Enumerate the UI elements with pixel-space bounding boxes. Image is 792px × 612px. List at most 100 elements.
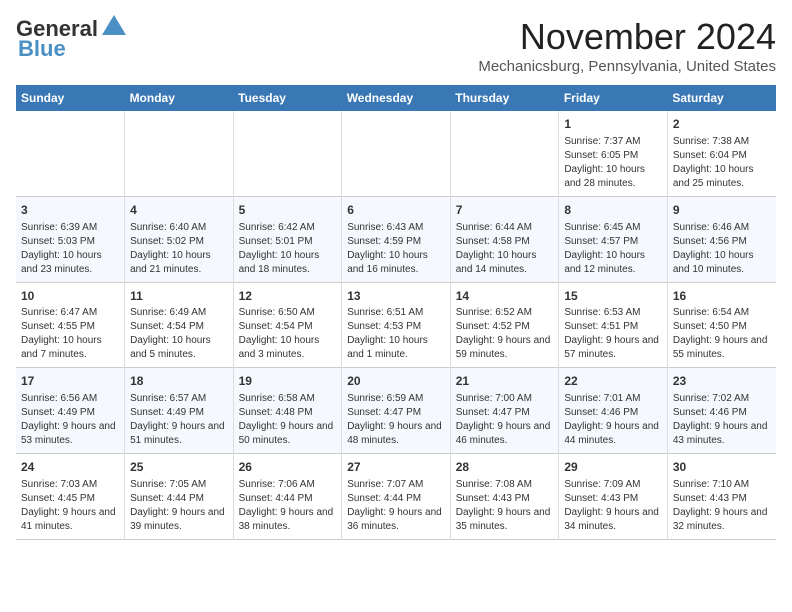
calendar-cell: 24 Sunrise: 7:03 AM Sunset: 4:45 PM Dayli…	[16, 454, 125, 540]
day-number: 9	[673, 202, 771, 219]
day-number: 23	[673, 373, 771, 390]
column-header-saturday: Saturday	[667, 85, 776, 111]
day-info: Sunrise: 6:49 AM Sunset: 4:54 PM Dayligh…	[130, 306, 228, 362]
calendar-cell: 29 Sunrise: 7:09 AM Sunset: 4:43 PM Dayli…	[559, 454, 668, 540]
day-number: 12	[239, 288, 337, 305]
day-number: 22	[564, 373, 662, 390]
calendar-cell: 17 Sunrise: 6:56 AM Sunset: 4:49 PM Dayli…	[16, 368, 125, 454]
day-number: 7	[456, 202, 554, 219]
calendar-table: SundayMondayTuesdayWednesdayThursdayFrid…	[16, 85, 776, 540]
calendar-cell: 26Sunrise: 7:06 AM Sunset: 4:44 PM Dayli…	[233, 454, 342, 540]
location: Mechanicsburg, Pennsylvania, United Stat…	[478, 58, 776, 75]
column-header-tuesday: Tuesday	[233, 85, 342, 111]
calendar-cell: 21 Sunrise: 7:00 AM Sunset: 4:47 PM Dayli…	[450, 368, 559, 454]
day-number: 15	[564, 288, 662, 305]
day-number: 2	[673, 116, 771, 133]
day-info: Sunrise: 7:03 AM Sunset: 4:45 PM Dayligh…	[21, 478, 119, 534]
calendar-cell	[342, 111, 451, 196]
day-number: 29	[564, 459, 662, 476]
calendar-cell: 5 Sunrise: 6:42 AM Sunset: 5:01 PM Daylig…	[233, 196, 342, 282]
day-info: Sunrise: 6:57 AM Sunset: 4:49 PM Dayligh…	[130, 392, 228, 448]
calendar-cell	[16, 111, 125, 196]
calendar-cell: 4 Sunrise: 6:40 AM Sunset: 5:02 PM Daylig…	[125, 196, 234, 282]
day-info: Sunrise: 6:53 AM Sunset: 4:51 PM Dayligh…	[564, 306, 662, 362]
calendar-week-5: 24 Sunrise: 7:03 AM Sunset: 4:45 PM Dayli…	[16, 454, 776, 540]
day-info: Sunrise: 6:56 AM Sunset: 4:49 PM Dayligh…	[21, 392, 119, 448]
calendar-cell	[125, 111, 234, 196]
day-number: 25	[130, 459, 228, 476]
calendar-cell: 14Sunrise: 6:52 AM Sunset: 4:52 PM Dayli…	[450, 282, 559, 368]
column-header-friday: Friday	[559, 85, 668, 111]
calendar-cell: 16Sunrise: 6:54 AM Sunset: 4:50 PM Dayli…	[667, 282, 776, 368]
day-info: Sunrise: 6:39 AM Sunset: 5:03 PM Dayligh…	[21, 221, 119, 277]
day-info: Sunrise: 7:00 AM Sunset: 4:47 PM Dayligh…	[456, 392, 554, 448]
calendar-cell: 18 Sunrise: 6:57 AM Sunset: 4:49 PM Dayli…	[125, 368, 234, 454]
calendar-cell: 19Sunrise: 6:58 AM Sunset: 4:48 PM Dayli…	[233, 368, 342, 454]
calendar-cell: 3 Sunrise: 6:39 AM Sunset: 5:03 PM Daylig…	[16, 196, 125, 282]
calendar-week-3: 10Sunrise: 6:47 AM Sunset: 4:55 PM Dayli…	[16, 282, 776, 368]
day-number: 18	[130, 373, 228, 390]
calendar-cell: 6Sunrise: 6:43 AM Sunset: 4:59 PM Daylig…	[342, 196, 451, 282]
column-header-monday: Monday	[125, 85, 234, 111]
day-info: Sunrise: 6:44 AM Sunset: 4:58 PM Dayligh…	[456, 221, 554, 277]
calendar-cell	[233, 111, 342, 196]
day-info: Sunrise: 7:09 AM Sunset: 4:43 PM Dayligh…	[564, 478, 662, 534]
day-number: 3	[21, 202, 119, 219]
logo: General Blue	[16, 16, 128, 62]
day-info: Sunrise: 7:01 AM Sunset: 4:46 PM Dayligh…	[564, 392, 662, 448]
calendar-week-4: 17 Sunrise: 6:56 AM Sunset: 4:49 PM Dayli…	[16, 368, 776, 454]
day-number: 20	[347, 373, 445, 390]
day-info: Sunrise: 7:05 AM Sunset: 4:44 PM Dayligh…	[130, 478, 228, 534]
calendar-cell	[450, 111, 559, 196]
calendar-week-2: 3 Sunrise: 6:39 AM Sunset: 5:03 PM Daylig…	[16, 196, 776, 282]
logo-blue: Blue	[18, 36, 66, 62]
logo-icon	[100, 13, 128, 41]
calendar-cell: 1 Sunrise: 7:37 AM Sunset: 6:05 PM Daylig…	[559, 111, 668, 196]
calendar-cell: 30 Sunrise: 7:10 AM Sunset: 4:43 PM Dayli…	[667, 454, 776, 540]
calendar-cell: 20 Sunrise: 6:59 AM Sunset: 4:47 PM Dayli…	[342, 368, 451, 454]
calendar-week-1: 1 Sunrise: 7:37 AM Sunset: 6:05 PM Daylig…	[16, 111, 776, 196]
calendar-cell: 11Sunrise: 6:49 AM Sunset: 4:54 PM Dayli…	[125, 282, 234, 368]
day-number: 14	[456, 288, 554, 305]
calendar-cell: 25 Sunrise: 7:05 AM Sunset: 4:44 PM Dayli…	[125, 454, 234, 540]
day-number: 19	[239, 373, 337, 390]
calendar-cell: 27Sunrise: 7:07 AM Sunset: 4:44 PM Dayli…	[342, 454, 451, 540]
day-number: 6	[347, 202, 445, 219]
day-number: 21	[456, 373, 554, 390]
day-info: Sunrise: 7:02 AM Sunset: 4:46 PM Dayligh…	[673, 392, 771, 448]
day-info: Sunrise: 7:10 AM Sunset: 4:43 PM Dayligh…	[673, 478, 771, 534]
day-number: 27	[347, 459, 445, 476]
title-area: November 2024 Mechanicsburg, Pennsylvani…	[478, 16, 776, 75]
day-info: Sunrise: 7:37 AM Sunset: 6:05 PM Dayligh…	[564, 135, 662, 191]
column-header-thursday: Thursday	[450, 85, 559, 111]
column-header-sunday: Sunday	[16, 85, 125, 111]
calendar-cell: 7 Sunrise: 6:44 AM Sunset: 4:58 PM Daylig…	[450, 196, 559, 282]
calendar-cell: 2 Sunrise: 7:38 AM Sunset: 6:04 PM Daylig…	[667, 111, 776, 196]
day-number: 17	[21, 373, 119, 390]
day-number: 16	[673, 288, 771, 305]
column-header-wednesday: Wednesday	[342, 85, 451, 111]
day-number: 8	[564, 202, 662, 219]
calendar-cell: 8 Sunrise: 6:45 AM Sunset: 4:57 PM Daylig…	[559, 196, 668, 282]
day-number: 13	[347, 288, 445, 305]
day-number: 26	[239, 459, 337, 476]
day-info: Sunrise: 6:47 AM Sunset: 4:55 PM Dayligh…	[21, 306, 119, 362]
day-number: 30	[673, 459, 771, 476]
day-info: Sunrise: 6:40 AM Sunset: 5:02 PM Dayligh…	[130, 221, 228, 277]
day-number: 24	[21, 459, 119, 476]
day-info: Sunrise: 6:42 AM Sunset: 5:01 PM Dayligh…	[239, 221, 337, 277]
day-number: 28	[456, 459, 554, 476]
day-number: 5	[239, 202, 337, 219]
day-info: Sunrise: 6:45 AM Sunset: 4:57 PM Dayligh…	[564, 221, 662, 277]
day-info: Sunrise: 6:46 AM Sunset: 4:56 PM Dayligh…	[673, 221, 771, 277]
day-info: Sunrise: 7:38 AM Sunset: 6:04 PM Dayligh…	[673, 135, 771, 191]
day-info: Sunrise: 6:59 AM Sunset: 4:47 PM Dayligh…	[347, 392, 445, 448]
day-number: 1	[564, 116, 662, 133]
day-info: Sunrise: 6:54 AM Sunset: 4:50 PM Dayligh…	[673, 306, 771, 362]
day-info: Sunrise: 6:51 AM Sunset: 4:53 PM Dayligh…	[347, 306, 445, 362]
day-info: Sunrise: 6:50 AM Sunset: 4:54 PM Dayligh…	[239, 306, 337, 362]
calendar-cell: 10Sunrise: 6:47 AM Sunset: 4:55 PM Dayli…	[16, 282, 125, 368]
day-number: 4	[130, 202, 228, 219]
page-header: General Blue November 2024 Mechanicsburg…	[16, 16, 776, 75]
calendar-cell: 12Sunrise: 6:50 AM Sunset: 4:54 PM Dayli…	[233, 282, 342, 368]
